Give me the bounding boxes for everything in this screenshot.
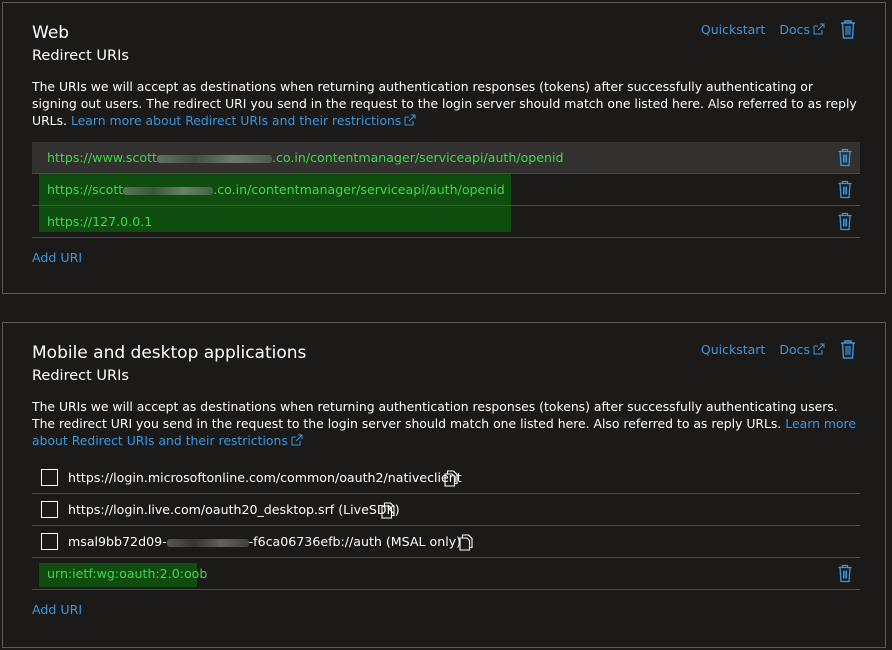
- suggested-uri-checkbox[interactable]: [41, 469, 58, 486]
- copy-icon[interactable]: [459, 534, 473, 551]
- external-link-icon: [291, 434, 303, 446]
- suggested-uri-text: msal9bb72d09- -f6ca06736efb://auth (MSAL …: [68, 526, 461, 557]
- web-learn-more-link[interactable]: Learn more about Redirect URIs and their…: [71, 113, 416, 128]
- suggested-uri-row[interactable]: msal9bb72d09- -f6ca06736efb://auth (MSAL …: [32, 526, 860, 558]
- delete-platform-icon[interactable]: [839, 339, 857, 359]
- suggested-uri-checkbox[interactable]: [41, 533, 58, 550]
- web-header-links: Quickstart Docs: [701, 19, 857, 39]
- uri-prefix: msal9bb72d09-: [68, 534, 167, 549]
- delete-platform-icon[interactable]: [839, 19, 857, 39]
- redacted-text: [166, 538, 249, 547]
- delete-uri-icon[interactable]: [837, 180, 853, 199]
- redirect-uri-row[interactable]: https://127.0.0.1: [32, 206, 860, 238]
- redirect-uri-text[interactable]: https://scott .co.in/contentmanager/servi…: [47, 174, 505, 205]
- web-card-title: Web: [32, 23, 70, 43]
- uri-prefix: https://127.0.0.1: [47, 214, 153, 229]
- mobile-card-title: Mobile and desktop applications: [32, 343, 307, 363]
- web-learn-more-label: Learn more about Redirect URIs and their…: [70, 113, 402, 128]
- uri-suffix: .co.in/contentmanager/serviceapi/auth/op…: [271, 150, 564, 165]
- suggested-uri-row[interactable]: https://login.live.com/oauth20_desktop.s…: [32, 494, 860, 526]
- mobile-add-uri-link[interactable]: Add URI: [32, 602, 82, 617]
- mobile-docs-label: Docs: [779, 341, 810, 357]
- mobile-header-links: Quickstart Docs: [701, 339, 857, 359]
- redirect-uri-text[interactable]: https://www.scott .co.in/contentmanager/s…: [47, 142, 564, 173]
- web-card-subtitle: Redirect URIs: [32, 48, 129, 64]
- delete-uri-icon[interactable]: [837, 564, 853, 583]
- uri-suffix: -f6ca06736efb://auth (MSAL only): [248, 534, 462, 549]
- redirect-uri-text[interactable]: urn:ietf:wg:oauth:2.0:oob: [47, 558, 207, 589]
- suggested-uri-text: https://login.microsoftonline.com/common…: [68, 470, 462, 485]
- redirect-uri-text[interactable]: https://127.0.0.1: [47, 206, 152, 237]
- redacted-text: [123, 186, 214, 195]
- uri-prefix: https://scott: [47, 182, 124, 197]
- redirect-uri-row[interactable]: urn:ietf:wg:oauth:2.0:oob: [32, 558, 860, 590]
- copy-icon[interactable]: [381, 502, 395, 519]
- web-description: The URIs we will accept as destinations …: [32, 78, 858, 129]
- suggested-uri-text: https://login.live.com/oauth20_desktop.s…: [68, 502, 400, 517]
- external-link-icon: [813, 23, 825, 35]
- mobile-quickstart-link[interactable]: Quickstart: [701, 342, 765, 357]
- mobile-description: The URIs we will accept as destinations …: [32, 398, 858, 449]
- delete-uri-icon[interactable]: [837, 148, 853, 167]
- suggested-uri-row[interactable]: https://login.microsoftonline.com/common…: [32, 462, 860, 494]
- web-add-uri-link[interactable]: Add URI: [32, 250, 82, 265]
- web-platform-card: Web Redirect URIs Quickstart Docs The UR…: [2, 2, 886, 294]
- redacted-text: [156, 154, 272, 163]
- redirect-uri-row[interactable]: https://www.scott .co.in/contentmanager/s…: [32, 142, 860, 174]
- mobile-description-text: The URIs we will accept as destinations …: [32, 399, 838, 431]
- web-quickstart-link[interactable]: Quickstart: [701, 22, 765, 37]
- suggested-uri-checkbox[interactable]: [41, 501, 58, 518]
- mobile-desktop-platform-card: Mobile and desktop applications Redirect…: [2, 322, 886, 648]
- web-docs-label: Docs: [779, 21, 810, 37]
- uri-suffix: .co.in/contentmanager/serviceapi/auth/op…: [213, 182, 505, 197]
- mobile-docs-link[interactable]: Docs: [779, 342, 825, 357]
- copy-icon[interactable]: [444, 470, 458, 487]
- redirect-uri-row[interactable]: https://scott .co.in/contentmanager/servi…: [32, 174, 860, 206]
- external-link-icon: [813, 343, 825, 355]
- delete-uri-icon[interactable]: [837, 212, 853, 231]
- external-link-icon: [404, 114, 416, 126]
- uri-prefix: https://www.scott: [47, 150, 157, 165]
- mobile-card-subtitle: Redirect URIs: [32, 368, 129, 384]
- web-docs-link[interactable]: Docs: [779, 22, 825, 37]
